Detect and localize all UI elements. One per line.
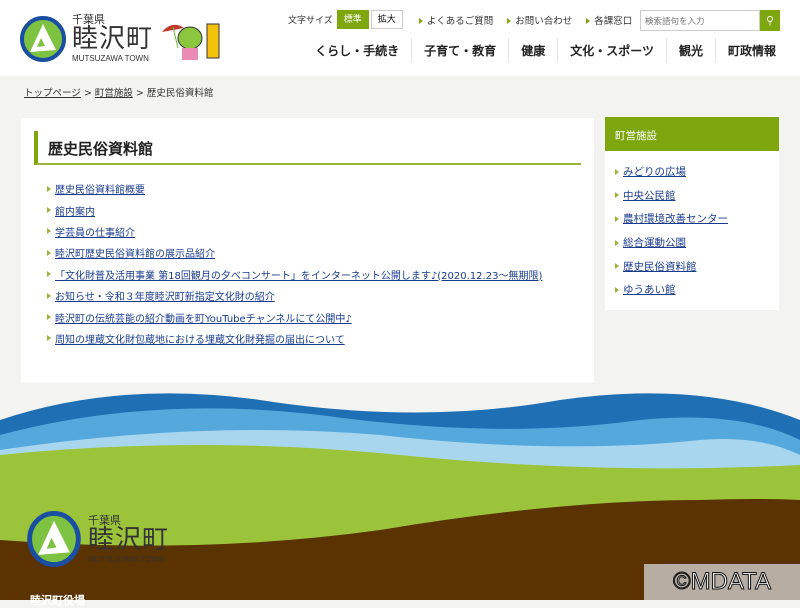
nav-health[interactable]: 健康 (508, 38, 557, 63)
breadcrumb-parent[interactable]: 町営施設 (95, 88, 133, 99)
footer-logo: 千葉県 睦沢町 MUTSUZAWA TOWN (26, 510, 169, 568)
arrow-icon (47, 207, 51, 214)
content-link[interactable]: 睦沢町歴史民俗資料館の展示品紹介 (55, 245, 215, 260)
arrow-icon (615, 286, 619, 293)
departments-link[interactable]: 各課窓口 (586, 13, 632, 27)
list-item: みどりの広場 (615, 160, 779, 184)
arrow-icon (47, 335, 51, 342)
breadcrumb-separator: > (135, 88, 144, 99)
list-item: 睦沢町歴史民俗資料館の展示品紹介 (47, 242, 542, 263)
list-item: 中央公民館 (615, 184, 779, 208)
arrow-icon (47, 271, 51, 278)
town-emblem-icon (20, 15, 66, 62)
logo-town-name: 睦沢町 (72, 24, 154, 54)
arrow-icon (47, 228, 51, 235)
list-item: 「文化財普及活用事業 第18回観月の夕べコンサート」をインターネット公開します♪… (47, 264, 542, 285)
sidebar-link[interactable]: みどりの広場 (623, 164, 686, 179)
content-link[interactable]: 「文化財普及活用事業 第18回観月の夕べコンサート」をインターネット公開します♪… (55, 267, 542, 282)
list-item: 総合運動公園 (615, 231, 779, 255)
search-input[interactable] (640, 10, 760, 31)
arrow-icon (615, 263, 619, 270)
watermark: ©MDATA (644, 564, 800, 600)
page-title: 歴史民俗資料館 (34, 131, 581, 165)
list-item: 周知の埋蔵文化財包蔵地における埋蔵文化財発掘の届出について (47, 328, 542, 349)
sidebar-link[interactable]: 歴史民俗資料館 (623, 259, 697, 274)
arrow-icon (47, 292, 51, 299)
faq-link[interactable]: よくあるご質問 (419, 13, 494, 27)
arrow-icon (47, 314, 51, 321)
breadcrumb-home[interactable]: トップページ (24, 88, 81, 99)
breadcrumb-current: 歴史民俗資料館 (146, 88, 214, 99)
sidebar-link[interactable]: ゆうあい館 (623, 282, 676, 297)
search-icon: ⚲ (765, 15, 775, 27)
content-link[interactable]: 学芸員の仕事紹介 (55, 224, 135, 239)
nav-living[interactable]: くらし・手続き (303, 38, 411, 63)
nav-culture[interactable]: 文化・スポーツ (557, 38, 666, 63)
list-item: 学芸員の仕事紹介 (47, 221, 542, 242)
font-size-label: 文字サイズ (288, 16, 333, 26)
nav-tourism[interactable]: 観光 (665, 38, 715, 63)
font-size-large-button[interactable]: 拡大 (370, 10, 403, 29)
list-item: 農村環境改善センター (615, 207, 779, 231)
content-link[interactable]: 睦沢町の伝統芸能の紹介動画を町YouTubeチャンネルにて公開中♪ (55, 310, 352, 325)
mascot-image (162, 23, 220, 60)
search-button[interactable]: ⚲ (760, 10, 780, 31)
list-item: 歴史民俗資料館 (615, 254, 779, 278)
nav-government[interactable]: 町政情報 (714, 38, 788, 63)
logo-english: MUTSUZAWA TOWN (88, 554, 165, 564)
nav-childcare[interactable]: 子育て・教育 (411, 38, 508, 63)
logo-town-name: 睦沢町 (88, 524, 170, 555)
content-link[interactable]: 館内案内 (55, 203, 95, 218)
search-form: ⚲ (640, 10, 780, 31)
logo-prefecture: 千葉県 (88, 513, 121, 527)
sidebar-link[interactable]: 農村環境改善センター (623, 211, 728, 226)
sidebar-link-list: みどりの広場 中央公民館 農村環境改善センター 総合運動公園 歴史民俗資料館 ゆ… (605, 151, 779, 302)
main-content: 歴史民俗資料館 歴史民俗資料館概要 館内案内 学芸員の仕事紹介 睦沢町歴史民俗資… (21, 118, 594, 383)
global-nav: くらし・手続き 子育て・教育 健康 文化・スポーツ 観光 町政情報 (303, 38, 788, 63)
sidebar-link[interactable]: 総合運動公園 (623, 235, 686, 250)
list-item: お知らせ・令和３年度睦沢町新指定文化財の紹介 (47, 285, 542, 306)
content-link[interactable]: お知らせ・令和３年度睦沢町新指定文化財の紹介 (55, 288, 275, 303)
content-link-list: 歴史民俗資料館概要 館内案内 学芸員の仕事紹介 睦沢町歴史民俗資料館の展示品紹介… (47, 178, 542, 349)
list-item: 睦沢町の伝統芸能の紹介動画を町YouTubeチャンネルにて公開中♪ (47, 306, 542, 327)
arrow-icon (615, 239, 619, 246)
content-link[interactable]: 歴史民俗資料館概要 (55, 181, 145, 196)
arrow-icon (615, 168, 619, 175)
logo-english: MUTSUZAWA TOWN (72, 54, 149, 63)
site-header: 千葉県 睦沢町 MUTSUZAWA TOWN 文字サイズ 標準 拡大 よくあるご… (0, 0, 800, 76)
breadcrumb-separator: > (83, 88, 92, 99)
arrow-icon (615, 192, 619, 199)
sidebar: 町営施設 みどりの広場 中央公民館 農村環境改善センター 総合運動公園 歴史民俗… (605, 117, 779, 310)
font-size-standard-button[interactable]: 標準 (336, 10, 369, 29)
list-item: ゆうあい館 (615, 278, 779, 302)
site-logo[interactable]: 千葉県 睦沢町 MUTSUZAWA TOWN (20, 14, 153, 63)
content-link[interactable]: 周知の埋蔵文化財包蔵地における埋蔵文化財発掘の届出について (55, 331, 345, 346)
town-emblem-icon (27, 511, 81, 567)
breadcrumb: トップページ > 町営施設 > 歴史民俗資料館 (24, 85, 213, 99)
contact-link[interactable]: お問い合わせ (507, 13, 572, 27)
footer-office-name: 睦沢町役場 (30, 594, 85, 607)
sidebar-link[interactable]: 中央公民館 (623, 188, 676, 203)
arrow-icon (615, 215, 619, 222)
list-item: 館内案内 (47, 199, 542, 220)
list-item: 歴史民俗資料館概要 (47, 178, 542, 199)
sidebar-title: 町営施設 (605, 117, 779, 151)
arrow-icon (47, 185, 51, 192)
arrow-icon (47, 249, 51, 256)
